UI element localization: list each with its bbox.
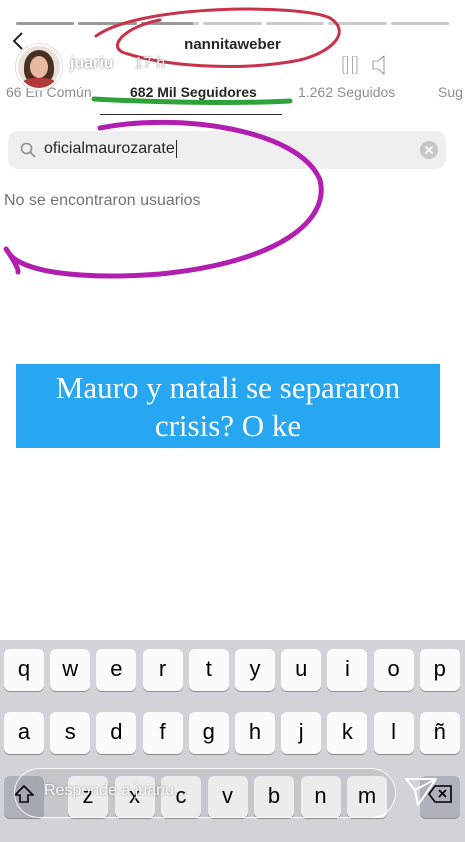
progress-segment: [390, 22, 449, 25]
follow-tabs: 66 En Común 682 Mil Seguidores 1.262 Seg…: [0, 84, 465, 110]
search-input[interactable]: oficialmaurozarate: [8, 131, 446, 169]
key-w[interactable]: w: [50, 649, 91, 691]
progress-segment: [140, 22, 200, 25]
story-poster-name[interactable]: juariu: [70, 55, 114, 73]
progress-segment: [16, 22, 75, 25]
progress-segment: [328, 22, 387, 25]
mute-icon[interactable]: [372, 54, 398, 76]
key-s[interactable]: s: [50, 712, 91, 754]
key-e[interactable]: e: [96, 649, 137, 691]
key-q[interactable]: q: [4, 649, 44, 691]
story-timestamp: 17 h: [134, 55, 166, 72]
key-i[interactable]: i: [327, 649, 368, 691]
no-results-message: No se encontraron usuarios: [4, 192, 201, 209]
more-options-icon[interactable]: [410, 60, 434, 68]
search-value: oficialmaurozarate: [44, 140, 177, 158]
key-k[interactable]: k: [327, 712, 368, 754]
key-g[interactable]: g: [188, 712, 229, 754]
key-p[interactable]: p: [419, 649, 460, 691]
reply-placeholder: Responde a juariu...: [44, 782, 188, 799]
tab-following[interactable]: 1.262 Seguidos: [298, 84, 395, 100]
story-progress: [16, 22, 449, 25]
key-h[interactable]: h: [235, 712, 275, 754]
active-tab-underline: [100, 114, 282, 115]
avatar[interactable]: [16, 44, 62, 90]
key-r[interactable]: r: [142, 649, 183, 691]
key-a[interactable]: a: [4, 712, 44, 754]
key-t[interactable]: t: [188, 649, 229, 691]
key-o[interactable]: o: [373, 649, 414, 691]
tab-suggested[interactable]: Sug: [438, 84, 463, 100]
key-y[interactable]: y: [235, 649, 275, 691]
key-f[interactable]: f: [142, 712, 183, 754]
send-icon[interactable]: [404, 775, 438, 807]
profile-username: nannitaweber: [184, 36, 281, 53]
caption-line-2: crisis? O ke: [154, 408, 302, 443]
pause-icon[interactable]: [342, 56, 358, 74]
progress-segment: [265, 22, 325, 25]
key-u[interactable]: u: [281, 649, 322, 691]
caption-sticker: Mauro y natali se separaron crisis? O ke: [16, 364, 440, 448]
caption-line-1: Mauro y natali se separaron: [55, 370, 401, 405]
key-ñ[interactable]: ñ: [419, 712, 460, 754]
progress-segment: [78, 22, 137, 25]
key-l[interactable]: l: [373, 712, 414, 754]
progress-segment: [203, 22, 262, 25]
tab-followers[interactable]: 682 Mil Seguidores: [130, 84, 257, 100]
clear-search-icon[interactable]: [420, 141, 438, 159]
key-j[interactable]: j: [281, 712, 322, 754]
key-d[interactable]: d: [96, 712, 137, 754]
search-icon: [20, 142, 36, 158]
